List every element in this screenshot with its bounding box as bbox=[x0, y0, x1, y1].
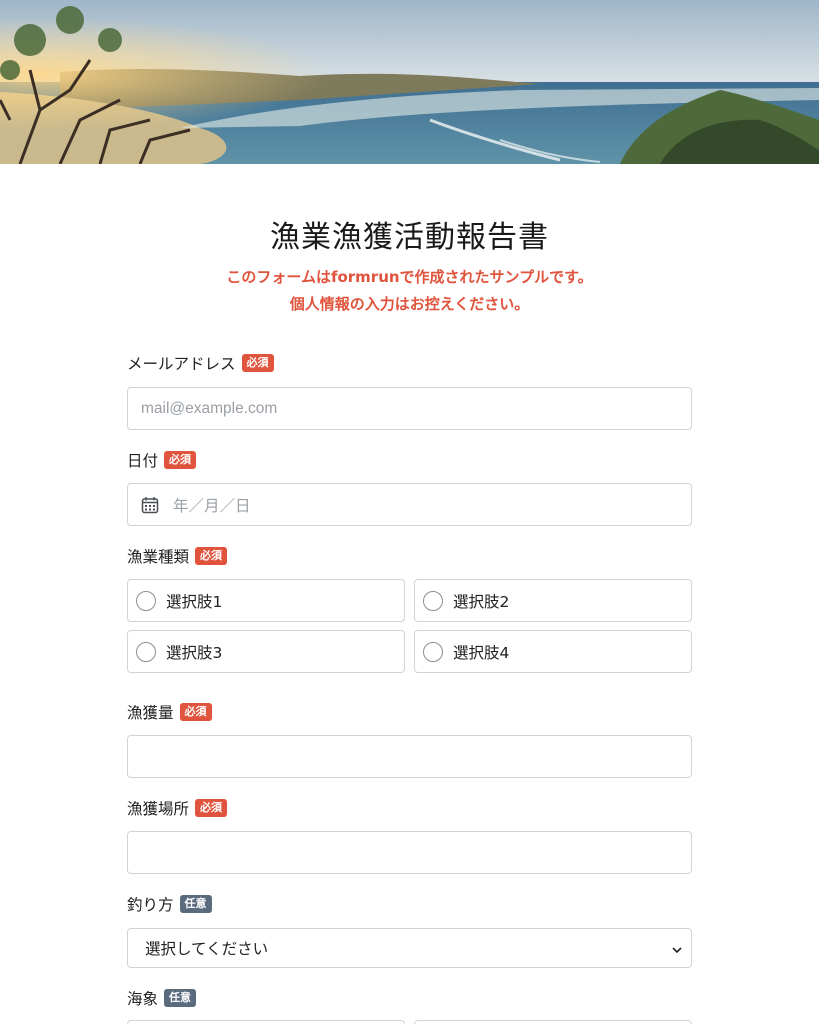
required-badge: 必須 bbox=[195, 547, 228, 565]
radio-button[interactable] bbox=[423, 590, 443, 611]
radio-button[interactable] bbox=[136, 641, 156, 662]
sea-conditions-label: 海象 任意 bbox=[127, 987, 197, 1009]
required-badge: 必須 bbox=[241, 354, 274, 372]
header-coastline-image bbox=[0, 0, 819, 164]
option-label: 選択肢1 bbox=[166, 592, 223, 611]
optional-badge: 任意 bbox=[164, 989, 197, 1007]
radio-button[interactable] bbox=[423, 641, 443, 662]
option-label: 選択肢2 bbox=[453, 592, 510, 611]
email-label-text: メールアドレス bbox=[127, 355, 236, 373]
method-label: 釣り方 任意 bbox=[127, 893, 212, 915]
fishing-type-option-4[interactable]: 選択肢4 bbox=[414, 630, 692, 673]
fishing-type-option-2[interactable]: 選択肢2 bbox=[414, 579, 692, 622]
catch-amount-input[interactable] bbox=[127, 735, 692, 778]
calendar-icon[interactable] bbox=[141, 496, 159, 514]
fishing-type-label: 漁業種類 必須 bbox=[127, 545, 228, 567]
sea-conditions-option[interactable] bbox=[127, 1020, 405, 1024]
date-input[interactable]: 年／月／日 bbox=[127, 483, 692, 526]
privacy-notice: 個人情報の入力はお控えください。 bbox=[289, 295, 530, 313]
fishing-type-label-text: 漁業種類 bbox=[127, 548, 190, 566]
option-label: 選択肢4 bbox=[453, 643, 510, 662]
catch-location-input[interactable] bbox=[127, 831, 692, 874]
fishing-type-option-3[interactable]: 選択肢3 bbox=[127, 630, 405, 673]
method-select[interactable]: 選択してください bbox=[127, 928, 692, 968]
date-label-text: 日付 bbox=[127, 452, 159, 470]
required-badge: 必須 bbox=[195, 799, 228, 817]
chevron-down-icon bbox=[671, 942, 683, 954]
catch-location-label-text: 漁獲場所 bbox=[127, 800, 190, 818]
required-badge: 必須 bbox=[164, 451, 197, 469]
email-input[interactable]: mail@example.com bbox=[127, 387, 692, 430]
required-badge: 必須 bbox=[179, 703, 212, 721]
date-label: 日付 必須 bbox=[127, 449, 197, 471]
form-title: 漁業漁獲活動報告書 bbox=[270, 220, 549, 255]
optional-badge: 任意 bbox=[179, 895, 212, 913]
sample-notice: このフォームはformrunで作成されたサンプルです。 bbox=[226, 268, 593, 286]
email-label: メールアドレス 必須 bbox=[127, 352, 274, 374]
method-selected-value: 選択してください bbox=[145, 940, 269, 958]
date-placeholder: 年／月／日 bbox=[173, 497, 251, 515]
sea-conditions-option[interactable] bbox=[414, 1020, 692, 1024]
catch-amount-label-text: 漁獲量 bbox=[127, 704, 174, 722]
option-label: 選択肢3 bbox=[166, 643, 223, 662]
method-label-text: 釣り方 bbox=[127, 896, 174, 914]
email-placeholder: mail@example.com bbox=[141, 399, 278, 417]
catch-amount-label: 漁獲量 必須 bbox=[127, 701, 212, 723]
fishing-type-option-1[interactable]: 選択肢1 bbox=[127, 579, 405, 622]
sea-conditions-label-text: 海象 bbox=[127, 990, 159, 1008]
catch-location-label: 漁獲場所 必須 bbox=[127, 797, 228, 819]
radio-button[interactable] bbox=[136, 590, 156, 611]
